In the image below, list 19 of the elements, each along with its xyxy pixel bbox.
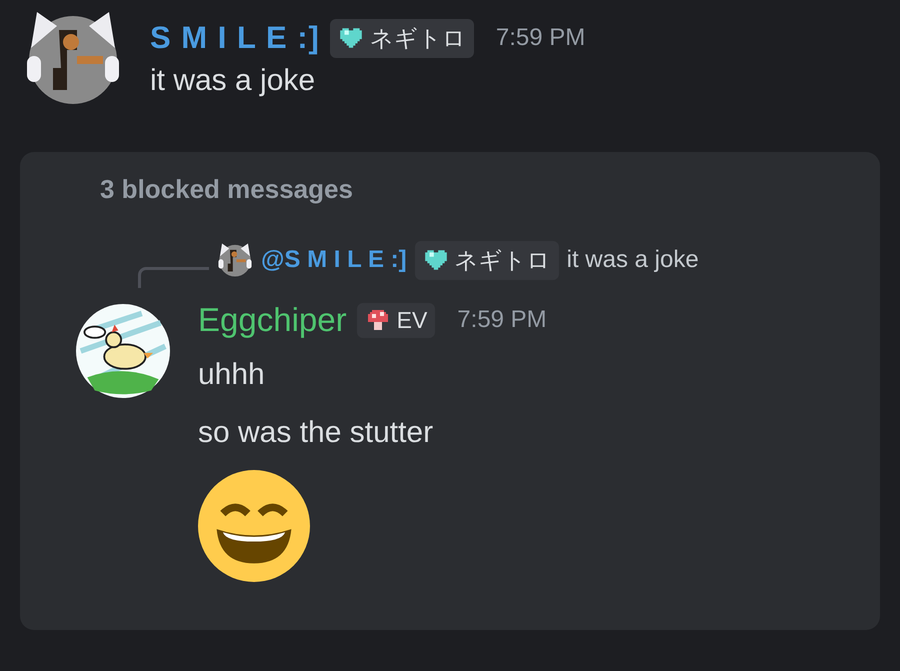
server-tag: EV [356, 302, 436, 338]
grinning-face-icon [198, 470, 310, 582]
timestamp: 7:59 PM [457, 306, 547, 334]
message-text: it was a joke [150, 64, 316, 98]
server-tag: ネギトロ [414, 240, 559, 280]
username[interactable]: Eggchiper [198, 301, 347, 339]
message-text: so was the stutter [198, 415, 434, 451]
reply-mention[interactable]: @S M I L E :] [261, 246, 407, 274]
message-text: uhhh [198, 357, 266, 393]
server-tag: ネギトロ [330, 18, 474, 58]
avatar[interactable] [217, 242, 253, 278]
reply-connector-line [138, 267, 209, 288]
reply-preview-text[interactable]: it was a joke [566, 246, 699, 274]
timestamp: 7:59 PM [496, 24, 586, 52]
username[interactable]: S M I L E :] [150, 20, 320, 56]
heart-icon [422, 248, 449, 272]
blocked-messages-toggle[interactable]: 3 blocked messages [100, 174, 860, 214]
avatar[interactable] [76, 304, 170, 398]
heart-icon [338, 26, 364, 50]
